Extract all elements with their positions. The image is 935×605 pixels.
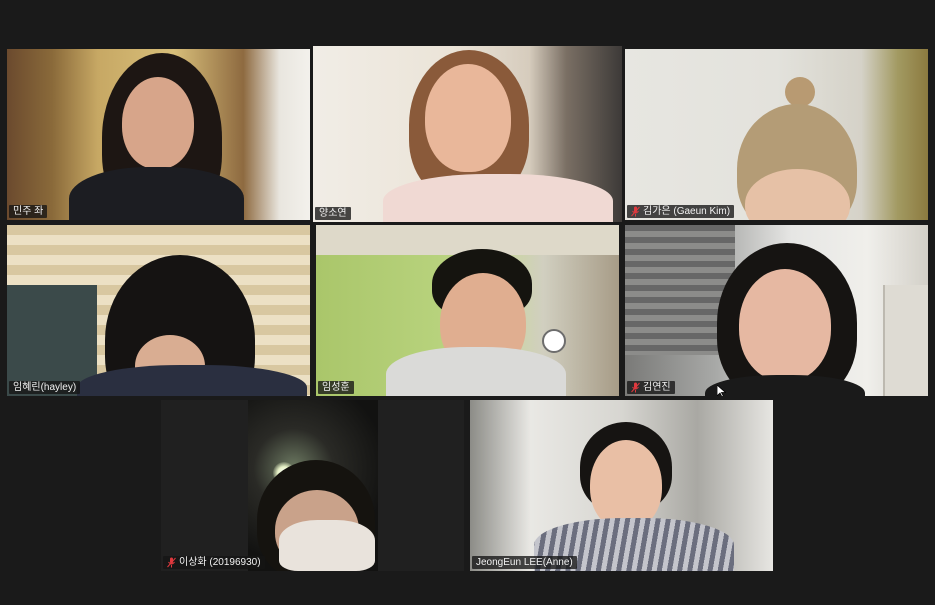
mic-muted-icon <box>167 557 176 568</box>
participant-name: 이상화 (20196930) <box>179 557 261 568</box>
participant-tile-gaeun[interactable]: 김가은 (Gaeun Kim) <box>625 49 928 220</box>
face-mask <box>279 520 375 571</box>
participant-name: 김가은 (Gaeun Kim) <box>643 206 731 217</box>
participant-name: 양소연 <box>319 208 347 219</box>
participant-tile-sanghwa[interactable]: 이상화 (20196930) <box>161 400 464 571</box>
participant-tile-soyeon-active-speaker[interactable]: 양소연 <box>313 46 622 222</box>
participant-name-tag: 양소연 <box>315 207 351 220</box>
mic-muted-icon <box>631 206 640 217</box>
participant-tile-seonghun[interactable]: 임성훈 <box>316 225 619 396</box>
participant-name-tag: 임혜린(hayley) <box>9 381 81 394</box>
participant-video <box>470 400 773 571</box>
participant-name-tag: 김가은 (Gaeun Kim) <box>627 205 735 218</box>
participant-name-tag: 임성훈 <box>318 381 354 394</box>
participant-tile-yeonjin[interactable]: 김연진 <box>625 225 928 396</box>
participant-name: 민주 좌 <box>13 206 44 217</box>
participant-name: 임혜린(hayley) <box>13 382 77 393</box>
participant-tile-hyerin[interactable]: 임혜린(hayley) <box>7 225 310 396</box>
mic-muted-icon <box>631 382 640 393</box>
participant-video <box>7 49 310 220</box>
participant-video <box>313 46 622 222</box>
participant-video <box>316 225 619 396</box>
participant-video <box>625 225 928 396</box>
participant-video <box>7 225 310 396</box>
wall-clock <box>542 329 566 353</box>
mouse-cursor-icon <box>717 385 726 396</box>
participant-name-tag: JeongEun LEE(Anne) <box>472 556 577 569</box>
participant-tile-minju[interactable]: 민주 좌 <box>7 49 310 220</box>
participant-video <box>161 400 464 571</box>
participant-name: 임성훈 <box>322 382 350 393</box>
participant-tile-jeongeun[interactable]: JeongEun LEE(Anne) <box>470 400 773 571</box>
participant-name-tag: 민주 좌 <box>9 205 48 218</box>
participant-name-tag: 이상화 (20196930) <box>163 556 265 569</box>
participant-name: JeongEun LEE(Anne) <box>476 557 573 568</box>
participant-video <box>625 49 928 220</box>
participant-name-tag: 김연진 <box>627 381 675 394</box>
participant-name: 김연진 <box>643 382 671 393</box>
